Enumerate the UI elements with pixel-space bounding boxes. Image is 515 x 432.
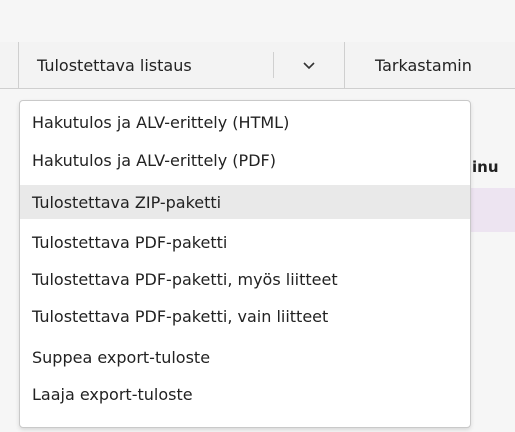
menu-item-pdf-package[interactable]: Tulostettava PDF-paketti [20, 225, 470, 259]
menu-item-zip-package[interactable]: Tulostettava ZIP-paketti [20, 185, 470, 219]
check-button[interactable]: Tarkastamin [345, 42, 515, 88]
print-listing-label: Tulostettava listaus [37, 55, 192, 75]
menu-item-brief-export[interactable]: Suppea export-tuloste [20, 340, 470, 374]
print-listing-dropdown-toggle[interactable] [274, 42, 344, 88]
toolbar: Tulostettava listaus Tarkastamin [0, 42, 515, 89]
menu-item-pdf-report[interactable]: Hakutulos ja ALV-erittely (PDF) [20, 143, 470, 177]
menu-item-full-export[interactable]: Laaja export-tuloste [20, 377, 470, 411]
print-options-dropdown: Hakutulos ja ALV-erittely (HTML) Hakutul… [19, 100, 471, 428]
menu-item-pdf-package-attachments-only[interactable]: Tulostettava PDF-paketti, vain liitteet [20, 299, 470, 333]
print-listing-button[interactable]: Tulostettava listaus [19, 42, 271, 88]
menu-item-pdf-package-with-attachments[interactable]: Tulostettava PDF-paketti, myös liitteet [20, 262, 470, 296]
menu-item-html-report[interactable]: Hakutulos ja ALV-erittely (HTML) [20, 105, 470, 139]
check-button-label: Tarkastamin [375, 55, 472, 75]
chevron-down-icon [303, 62, 315, 70]
